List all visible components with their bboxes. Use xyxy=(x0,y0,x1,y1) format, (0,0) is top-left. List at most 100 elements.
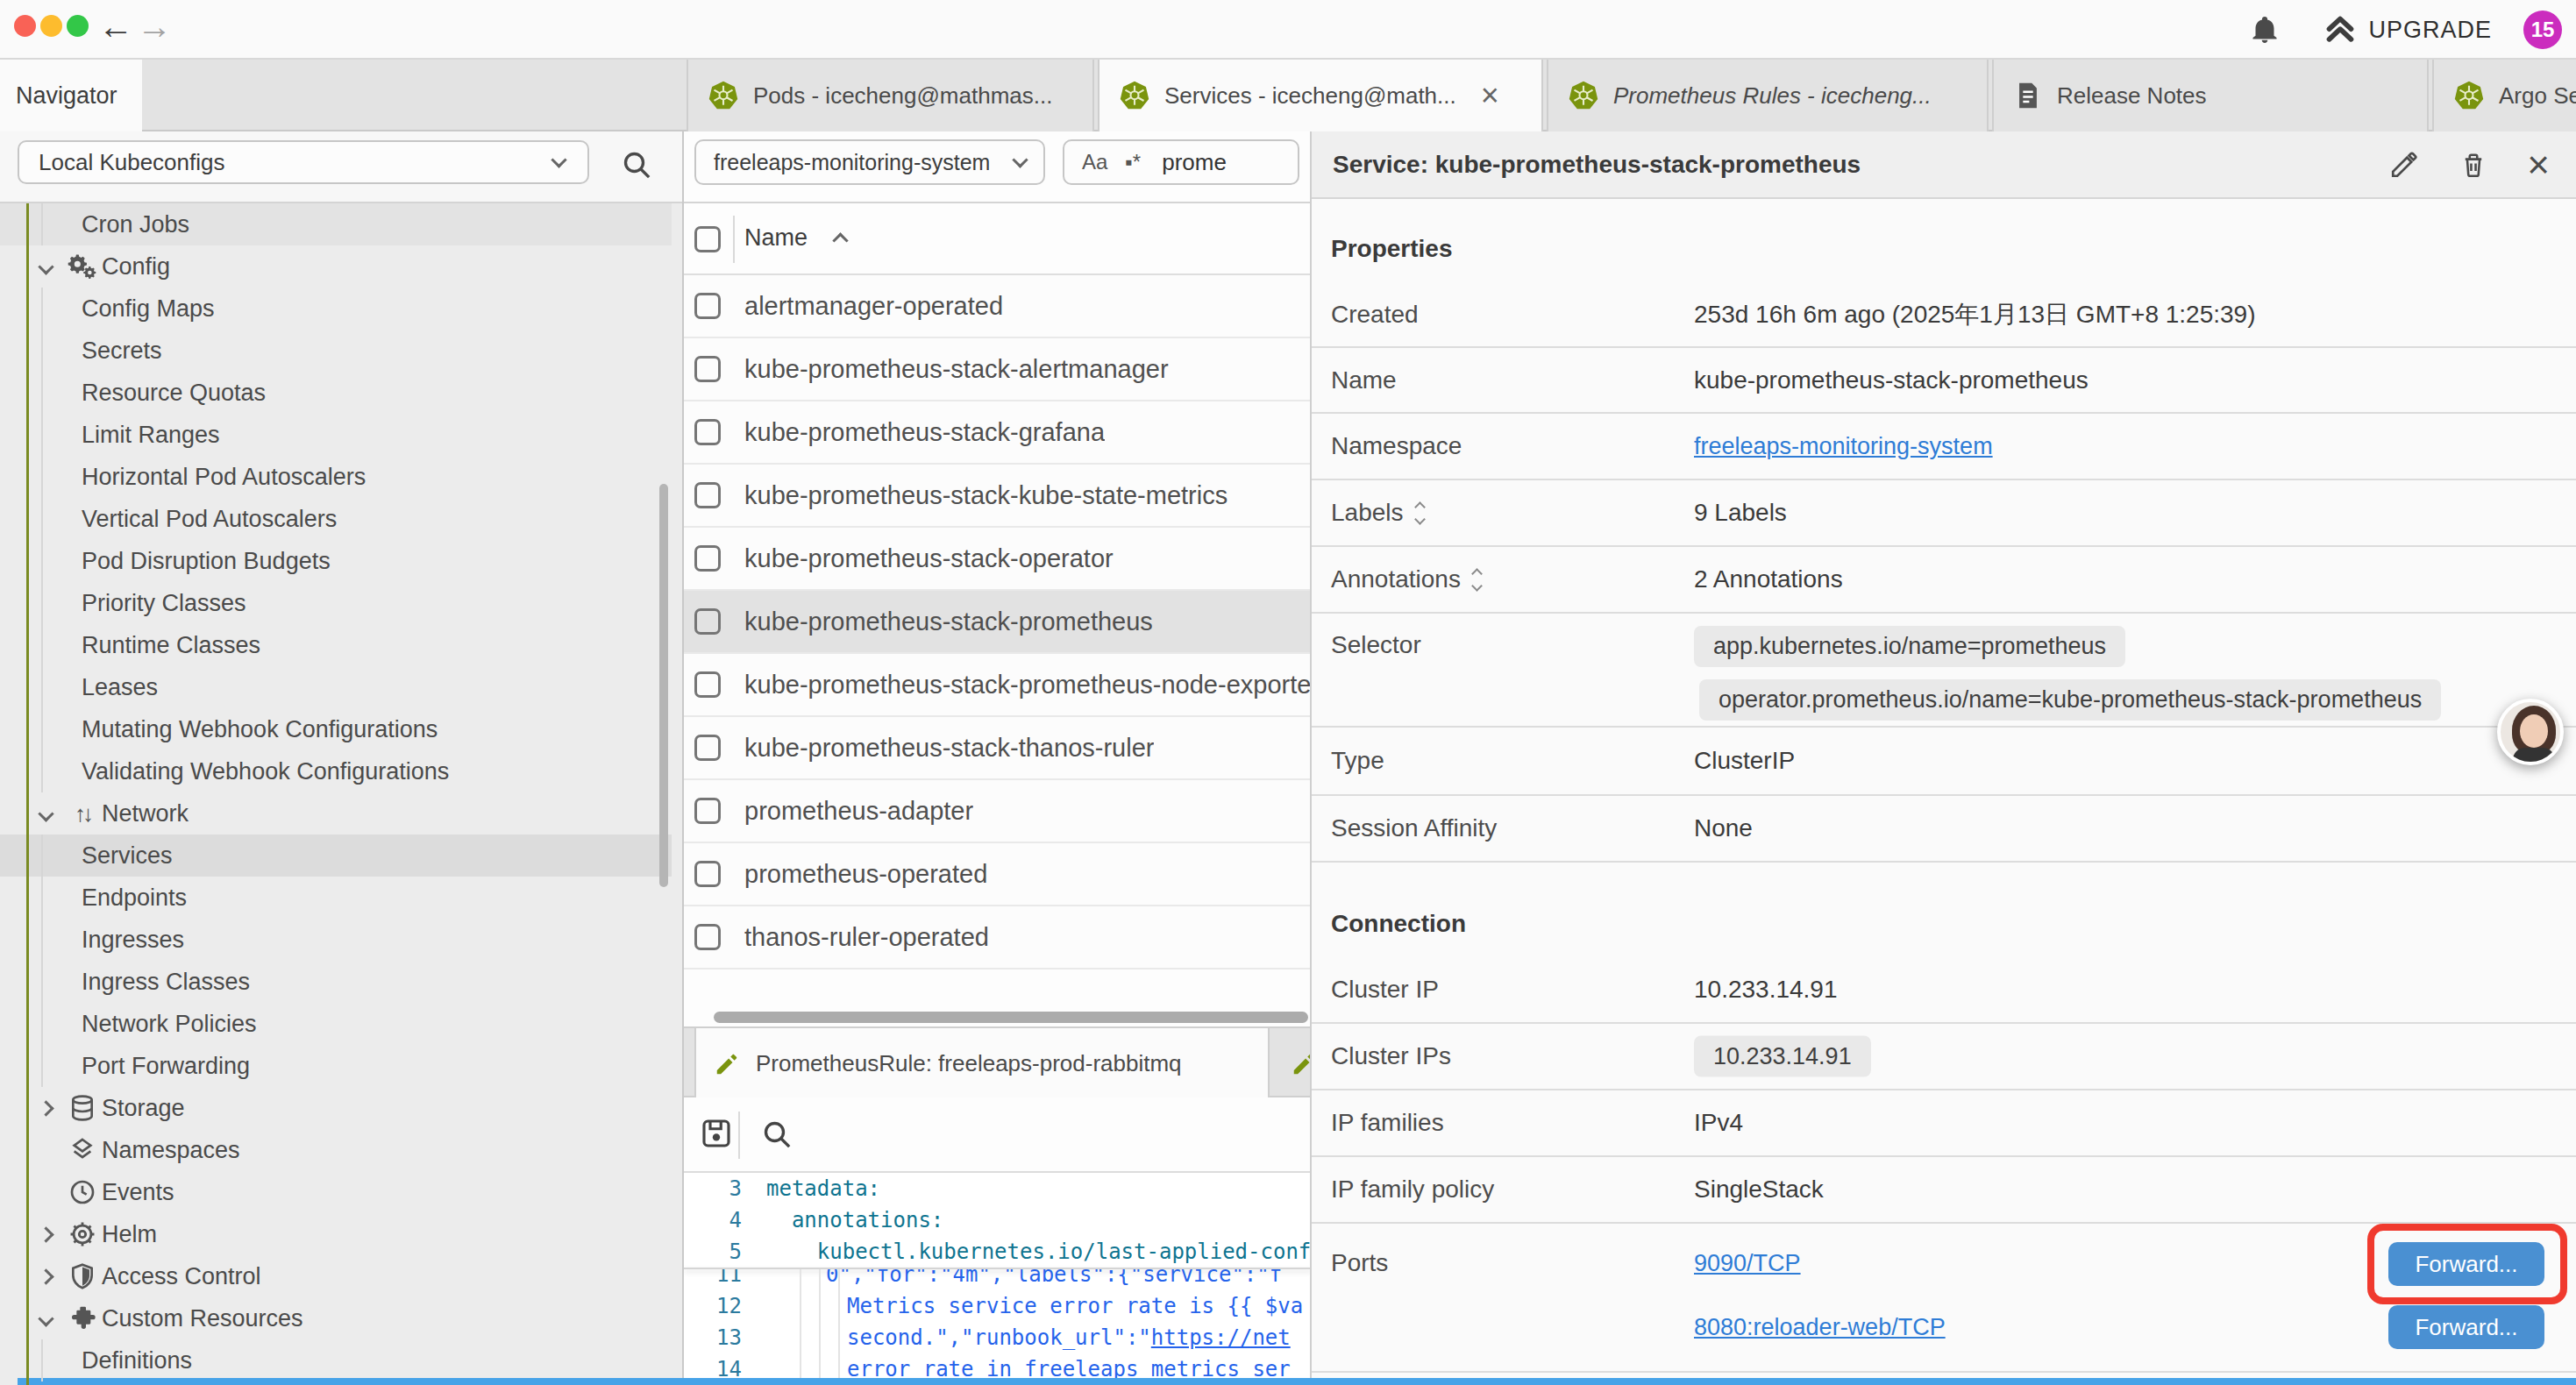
forward-arrow-icon[interactable]: → xyxy=(137,7,172,46)
sidebar-item-mutating-webhook-configurations[interactable]: Mutating Webhook Configurations xyxy=(0,708,672,750)
search-icon[interactable] xyxy=(619,147,654,182)
close-icon[interactable]: × xyxy=(2527,146,2550,184)
sidebar-item-endpoints[interactable]: Endpoints xyxy=(0,877,672,919)
list-item[interactable]: kube-prometheus-stack-operator xyxy=(684,528,1312,591)
select-all-checkbox[interactable] xyxy=(694,226,721,252)
forward-port-button[interactable]: Forward... xyxy=(2388,1305,2544,1349)
row-checkbox[interactable] xyxy=(694,861,721,887)
row-checkbox[interactable] xyxy=(694,419,721,445)
yaml-editor[interactable]: 3metadata: 4 annotations: 5 kubectl.kube… xyxy=(684,1173,1312,1385)
namespace-filter-select[interactable]: freeleaps-monitoring-system xyxy=(694,139,1045,185)
row-checkbox[interactable] xyxy=(694,798,721,824)
avatar[interactable] xyxy=(2497,699,2564,765)
sidebar-scrollbar[interactable] xyxy=(659,484,668,887)
row-checkbox[interactable] xyxy=(694,608,721,635)
list-search-input[interactable]: Aa ▪* prome xyxy=(1063,139,1299,185)
sidebar-item-storage[interactable]: Storage xyxy=(0,1087,672,1129)
sidebar-item-access-control[interactable]: Access Control xyxy=(0,1255,672,1297)
sidebar-item-resource-quotas[interactable]: Resource Quotas xyxy=(0,372,672,414)
sidebar-item-horizontal-pod-autoscalers[interactable]: Horizontal Pod Autoscalers xyxy=(0,456,672,498)
tab-release-notes[interactable]: Release Notes xyxy=(1992,60,2429,131)
sidebar-item-services[interactable]: Services xyxy=(0,835,672,877)
detail-row-annotations: Annotations 2 Annotations xyxy=(1312,547,2576,614)
kubeconfig-selector[interactable]: Local Kubeconfigs xyxy=(18,140,589,184)
sidebar-item-network-policies[interactable]: Network Policies xyxy=(0,1003,672,1045)
row-checkbox[interactable] xyxy=(694,482,721,508)
row-checkbox[interactable] xyxy=(694,545,721,572)
horizontal-scrollbar[interactable] xyxy=(714,1012,1308,1023)
list-item[interactable]: kube-prometheus-stack-thanos-ruler xyxy=(684,717,1312,780)
list-item[interactable]: kube-prometheus-stack-alertmanager xyxy=(684,338,1312,401)
chevron-down-icon xyxy=(38,1310,53,1326)
sidebar-item-ingress-classes[interactable]: Ingress Classes xyxy=(0,961,672,1003)
minimize-window-button[interactable] xyxy=(40,15,62,37)
row-checkbox[interactable] xyxy=(694,356,721,382)
sidebar-item-helm[interactable]: Helm xyxy=(0,1213,672,1255)
regex-icon[interactable]: ▪* xyxy=(1125,150,1141,174)
sidebar-item-custom-resources[interactable]: Custom Resources xyxy=(0,1297,672,1339)
tab-pods[interactable]: Pods - icecheng@mathmas... xyxy=(687,60,1094,131)
sidebar-item-network[interactable]: ↑↓Network xyxy=(0,792,672,835)
row-checkbox[interactable] xyxy=(694,671,721,698)
list-item[interactable]: kube-prometheus-stack-kube-state-metrics xyxy=(684,465,1312,528)
sidebar-item-vertical-pod-autoscalers[interactable]: Vertical Pod Autoscalers xyxy=(0,498,672,540)
list-toolbar: freeleaps-monitoring-system Aa ▪* prome xyxy=(684,131,1312,203)
sidebar-item-ingresses[interactable]: Ingresses xyxy=(0,919,672,961)
editor-search-icon[interactable] xyxy=(759,1117,794,1152)
list-item[interactable]: kube-prometheus-stack-prometheus-node-ex… xyxy=(684,654,1312,717)
maximize-window-button[interactable] xyxy=(67,15,89,37)
name-column-header[interactable]: Name xyxy=(744,224,808,252)
sidebar-item-definitions[interactable]: Definitions xyxy=(0,1339,672,1381)
match-case-icon[interactable]: Aa xyxy=(1082,150,1107,174)
save-icon[interactable] xyxy=(698,1115,735,1152)
sidebar-item-runtime-classes[interactable]: Runtime Classes xyxy=(0,624,672,666)
tab-argo[interactable]: Argo Se xyxy=(2432,60,2576,131)
delete-icon[interactable] xyxy=(2459,150,2488,180)
chevron-down-icon xyxy=(38,259,53,274)
bell-icon[interactable] xyxy=(2249,14,2281,46)
edit-icon[interactable] xyxy=(2388,149,2420,181)
list-item[interactable]: prometheus-operated xyxy=(684,843,1312,906)
editor-tab-prometheusrule[interactable]: PrometheusRule: freeleaps-prod-rabbitmq xyxy=(694,1028,1270,1099)
tab-pods-label: Pods - icecheng@mathmas... xyxy=(753,82,1052,110)
sidebar-item-port-forwarding[interactable]: Port Forwarding xyxy=(0,1045,672,1087)
list-item[interactable]: thanos-ruler-operated xyxy=(684,906,1312,970)
notification-badge[interactable]: 15 xyxy=(2523,11,2562,49)
sidebar-item-leases[interactable]: Leases xyxy=(0,666,672,708)
puzzle-icon xyxy=(65,1304,100,1332)
navigator-panel-tab[interactable]: Navigator xyxy=(0,60,142,131)
sidebar-toolbar: Local Kubeconfigs xyxy=(0,131,682,203)
sidebar-item-namespaces[interactable]: Namespaces xyxy=(0,1129,672,1171)
sidebar-item-secrets[interactable]: Secrets xyxy=(0,330,672,372)
list-item-selected[interactable]: kube-prometheus-stack-prometheus xyxy=(684,591,1312,654)
expand-icon[interactable] xyxy=(1416,503,1424,523)
list-item[interactable]: kube-prometheus-stack-grafana xyxy=(684,401,1312,465)
port-link[interactable]: 8080:reloader-web/TCP xyxy=(1694,1314,1946,1341)
list-item[interactable]: alertmanager-operated xyxy=(684,275,1312,338)
sidebar-item-pod-disruption-budgets[interactable]: Pod Disruption Budgets xyxy=(0,540,672,582)
close-tab-icon[interactable]: × xyxy=(1481,80,1499,111)
upgrade-icon[interactable] xyxy=(2323,12,2358,47)
sidebar-item-validating-webhook-configurations[interactable]: Validating Webhook Configurations xyxy=(0,750,672,792)
upgrade-label[interactable]: UPGRADE xyxy=(2368,17,2492,44)
sidebar-item-cron-jobs[interactable]: Cron Jobs xyxy=(0,203,672,245)
close-window-button[interactable] xyxy=(14,15,36,37)
sidebar-item-config[interactable]: Config xyxy=(0,245,672,288)
detail-row-name: Name kube-prometheus-stack-prometheus xyxy=(1312,348,2576,414)
row-checkbox[interactable] xyxy=(694,924,721,950)
editor-tab-partial[interactable] xyxy=(1273,1028,1312,1099)
tab-prometheus-rules[interactable]: Prometheus Rules - icecheng... xyxy=(1547,60,1989,131)
sidebar-item-config-maps[interactable]: Config Maps xyxy=(0,288,672,330)
namespace-link[interactable]: freeleaps-monitoring-system xyxy=(1694,433,1993,459)
tab-services[interactable]: Services - icecheng@math... × xyxy=(1098,60,1543,131)
port-link[interactable]: 9090/TCP xyxy=(1694,1250,1801,1277)
back-arrow-icon[interactable]: ← xyxy=(98,7,133,46)
sidebar-item-events[interactable]: Events xyxy=(0,1171,672,1213)
row-checkbox[interactable] xyxy=(694,293,721,319)
expand-icon[interactable] xyxy=(1473,570,1481,590)
sort-ascending-icon[interactable] xyxy=(832,232,848,248)
sidebar-item-priority-classes[interactable]: Priority Classes xyxy=(0,582,672,624)
list-item[interactable]: prometheus-adapter xyxy=(684,780,1312,843)
sidebar-item-limit-ranges[interactable]: Limit Ranges xyxy=(0,414,672,456)
row-checkbox[interactable] xyxy=(694,735,721,761)
